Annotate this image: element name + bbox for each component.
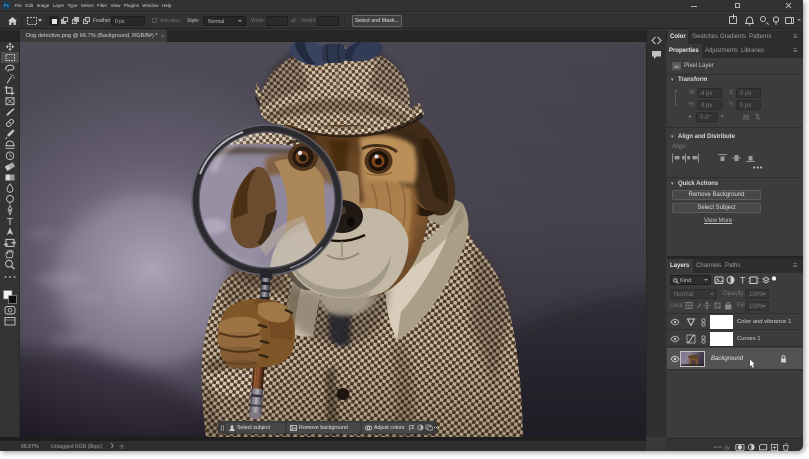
svg-text:T: T (740, 276, 746, 286)
svg-text:T: T (7, 216, 14, 228)
svg-text:fx: fx (725, 444, 731, 450)
